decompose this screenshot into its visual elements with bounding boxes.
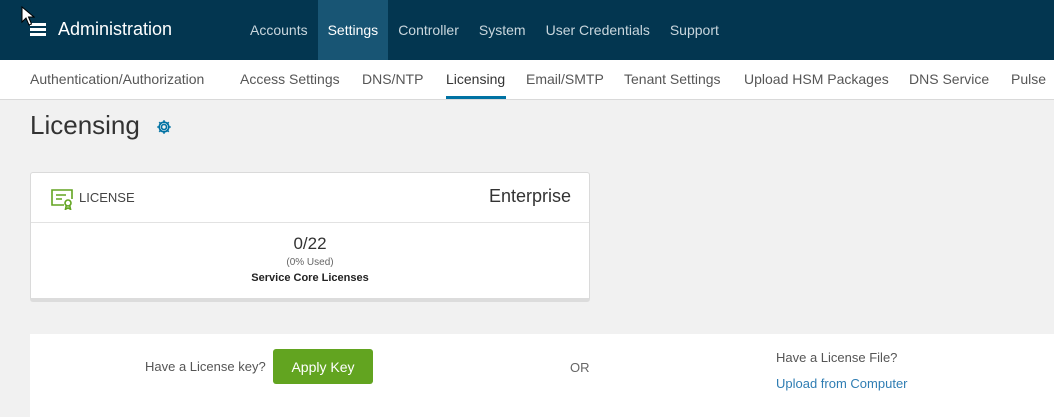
mouse-cursor-icon bbox=[21, 6, 35, 26]
license-used-percent: (0% Used) bbox=[286, 257, 334, 268]
license-label: LICENSE bbox=[79, 190, 135, 205]
top-nav-user-credentials[interactable]: User Credentials bbox=[536, 0, 660, 60]
license-plan: Enterprise bbox=[488, 186, 571, 206]
gear-icon[interactable] bbox=[155, 118, 173, 136]
subnav-pulse[interactable]: Pulse bbox=[1011, 71, 1046, 87]
subnav-dns-service[interactable]: DNS Service bbox=[909, 71, 989, 87]
apply-key-button[interactable]: Apply Key bbox=[273, 349, 373, 384]
license-caption: Service Core Licenses bbox=[251, 272, 369, 284]
upload-from-computer-link[interactable]: Upload from Computer bbox=[776, 376, 908, 391]
top-header-bar: Administration Accounts Settings Control… bbox=[0, 0, 1054, 60]
subnav-authentication-authorization[interactable]: Authentication/Authorization bbox=[30, 71, 204, 87]
license-certificate-icon bbox=[51, 189, 73, 210]
active-tab-indicator bbox=[446, 96, 506, 99]
subnav-email-smtp[interactable]: Email/SMTP bbox=[526, 71, 604, 87]
top-nav-system[interactable]: System bbox=[469, 0, 536, 60]
top-nav-settings[interactable]: Settings bbox=[317, 0, 389, 60]
license-card: LICENSE Enterprise 0/22 (0% Used) Servic… bbox=[30, 172, 590, 302]
top-nav-support[interactable]: Support bbox=[660, 0, 729, 60]
page-title: Licensing bbox=[30, 110, 140, 140]
top-nav-accounts[interactable]: Accounts bbox=[240, 0, 318, 60]
subnav-licensing[interactable]: Licensing bbox=[446, 71, 505, 87]
subnav-dns-ntp[interactable]: DNS/NTP bbox=[362, 71, 423, 87]
license-card-header: LICENSE Enterprise bbox=[31, 173, 589, 223]
or-separator: OR bbox=[570, 360, 590, 375]
subnav-upload-hsm-packages[interactable]: Upload HSM Packages bbox=[744, 71, 889, 87]
license-count: 0/22 bbox=[293, 234, 327, 253]
license-file-prompt: Have a License File? bbox=[776, 350, 898, 365]
top-nav-controller[interactable]: Controller bbox=[388, 0, 469, 60]
settings-subnav: Authentication/Authorization Access Sett… bbox=[0, 60, 1054, 100]
subnav-access-settings[interactable]: Access Settings bbox=[240, 71, 340, 87]
app-title: Administration bbox=[58, 19, 173, 39]
license-key-prompt: Have a License key? bbox=[145, 359, 266, 374]
top-navigation: Accounts Settings Controller System User… bbox=[240, 0, 729, 60]
subnav-tenant-settings[interactable]: Tenant Settings bbox=[624, 71, 721, 87]
